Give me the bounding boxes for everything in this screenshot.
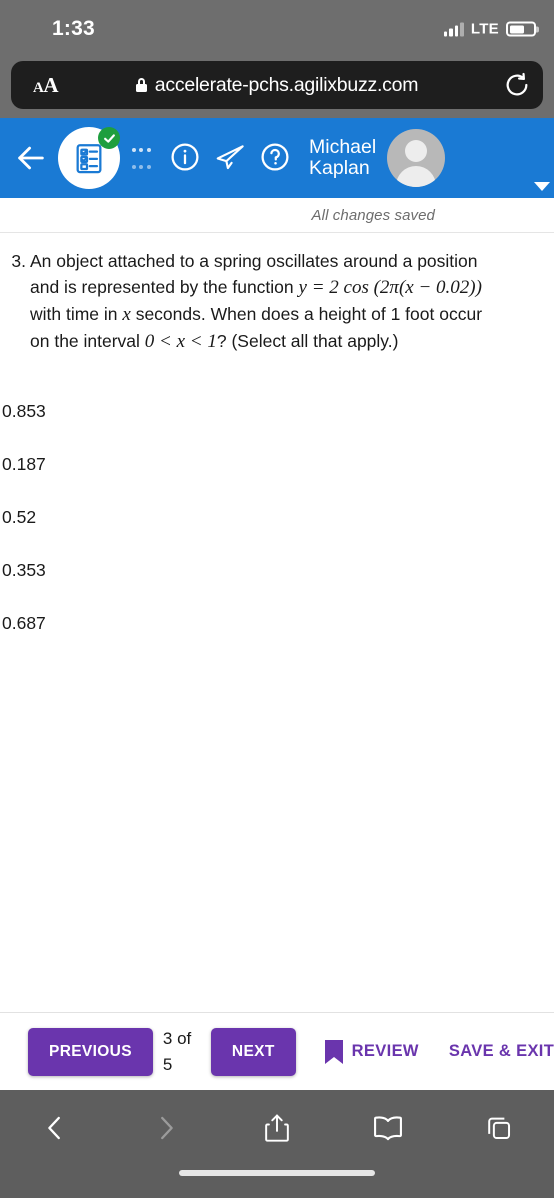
next-button[interactable]: NEXT — [210, 1027, 296, 1076]
reload-icon[interactable] — [503, 71, 531, 99]
tabs-icon — [487, 1117, 510, 1140]
user-last-name: Kaplan — [309, 157, 370, 179]
save-and-exit-button[interactable]: SAVE & EXIT — [449, 1042, 554, 1061]
green-check-badge-icon — [98, 127, 120, 149]
question-text: An object attached to a spring oscillate… — [30, 248, 554, 355]
chevron-down-icon[interactable] — [534, 182, 550, 191]
answer-option[interactable]: 0.353 — [0, 544, 554, 597]
status-bar-time: 1:33 — [52, 17, 95, 40]
answer-option[interactable]: 0.853 — [0, 385, 554, 438]
home-indicator[interactable] — [179, 1170, 375, 1176]
avatar[interactable] — [387, 129, 446, 187]
answer-option-label: 0.187 — [2, 454, 46, 474]
page-counter-line-1: 3 of — [162, 1028, 192, 1048]
book-icon — [373, 1116, 402, 1141]
share-icon — [265, 1114, 289, 1142]
answer-option[interactable]: 0.687 — [0, 597, 554, 650]
question-block: 3. An object attached to a spring oscill… — [0, 234, 554, 355]
browser-address-bar: AA accelerate-pchs.agilixbuzz.com — [0, 58, 554, 118]
browser-forward-button — [111, 1113, 222, 1143]
page-counter-line-2: 5 — [162, 1054, 173, 1074]
save-and-exit-label: SAVE & EXIT — [448, 1042, 554, 1060]
browser-bottom-toolbar — [0, 1090, 554, 1166]
home-indicator-area — [0, 1166, 554, 1198]
answer-option-label: 0.853 — [2, 401, 46, 421]
page-counter: 3 of 5 — [163, 1026, 201, 1078]
question-line-2: and is represented by the function y = 2… — [30, 277, 482, 298]
more-options-icon[interactable] — [124, 147, 158, 169]
question-line-4: on the interval 0 < x < 1? (Select all t… — [30, 331, 399, 352]
bookmark-icon — [324, 1039, 344, 1065]
browser-share-button[interactable] — [222, 1113, 333, 1143]
battery-fill — [509, 25, 524, 33]
user-name[interactable]: Michael Kaplan — [309, 137, 376, 179]
question-circle-icon[interactable] — [259, 141, 293, 175]
previous-button[interactable]: PREVIOUS — [28, 1027, 153, 1076]
answer-options-list: 0.853 0.187 0.52 0.353 0.687 — [0, 355, 554, 650]
browser-tabs-button[interactable] — [443, 1114, 554, 1142]
question-variable: x — [122, 304, 131, 325]
question-number: 3. — [11, 251, 26, 271]
url-text: accelerate-pchs.agilixbuzz.com — [154, 73, 419, 96]
lock-icon — [135, 78, 147, 92]
battery-icon — [506, 21, 536, 37]
question-interval: 0 < x < 1 — [144, 331, 217, 352]
save-status-text: All changes saved — [311, 207, 435, 224]
checklist-clipboard-icon[interactable] — [58, 127, 120, 189]
browser-back-button[interactable] — [0, 1113, 111, 1143]
chevron-right-icon — [161, 1116, 173, 1140]
save-status-strip: All changes saved — [0, 198, 554, 234]
cellular-signal-icon — [443, 22, 464, 36]
info-circle-icon[interactable] — [169, 141, 203, 175]
answer-option[interactable]: 0.187 — [0, 438, 554, 491]
chevron-left-icon — [48, 1116, 61, 1140]
browser-bookmarks-button[interactable] — [332, 1114, 443, 1142]
question-formula: y = 2 cos (2π(x − 0.02)) — [298, 277, 482, 298]
question-navigation-bar: PREVIOUS 3 of 5 NEXT REVIEW SAVE & EXIT — [0, 1012, 554, 1090]
network-type-label: LTE — [470, 20, 499, 38]
ios-status-bar: 1:33 LTE — [0, 0, 554, 58]
text-size-icon[interactable]: AA — [23, 73, 59, 98]
back-arrow-icon[interactable] — [14, 141, 48, 175]
paper-plane-icon[interactable] — [214, 141, 248, 175]
review-button[interactable]: REVIEW — [324, 1039, 419, 1065]
app-header: Michael Kaplan — [0, 118, 554, 198]
question-line-1: An object attached to a spring oscillate… — [30, 251, 478, 271]
question-content-area: 3. An object attached to a spring oscill… — [0, 234, 554, 1012]
url-field[interactable]: AA accelerate-pchs.agilixbuzz.com — [11, 61, 543, 109]
answer-option-label: 0.353 — [2, 560, 46, 580]
answer-option-label: 0.687 — [2, 613, 46, 633]
question-line-3: with time in x seconds. When does a heig… — [30, 304, 483, 325]
url-display: accelerate-pchs.agilixbuzz.com — [11, 74, 543, 97]
answer-option[interactable]: 0.52 — [0, 491, 554, 544]
answer-option-label: 0.52 — [2, 507, 37, 527]
user-first-name: Michael — [309, 136, 377, 158]
review-label: REVIEW — [351, 1042, 419, 1060]
status-bar-indicators: LTE — [443, 20, 536, 38]
